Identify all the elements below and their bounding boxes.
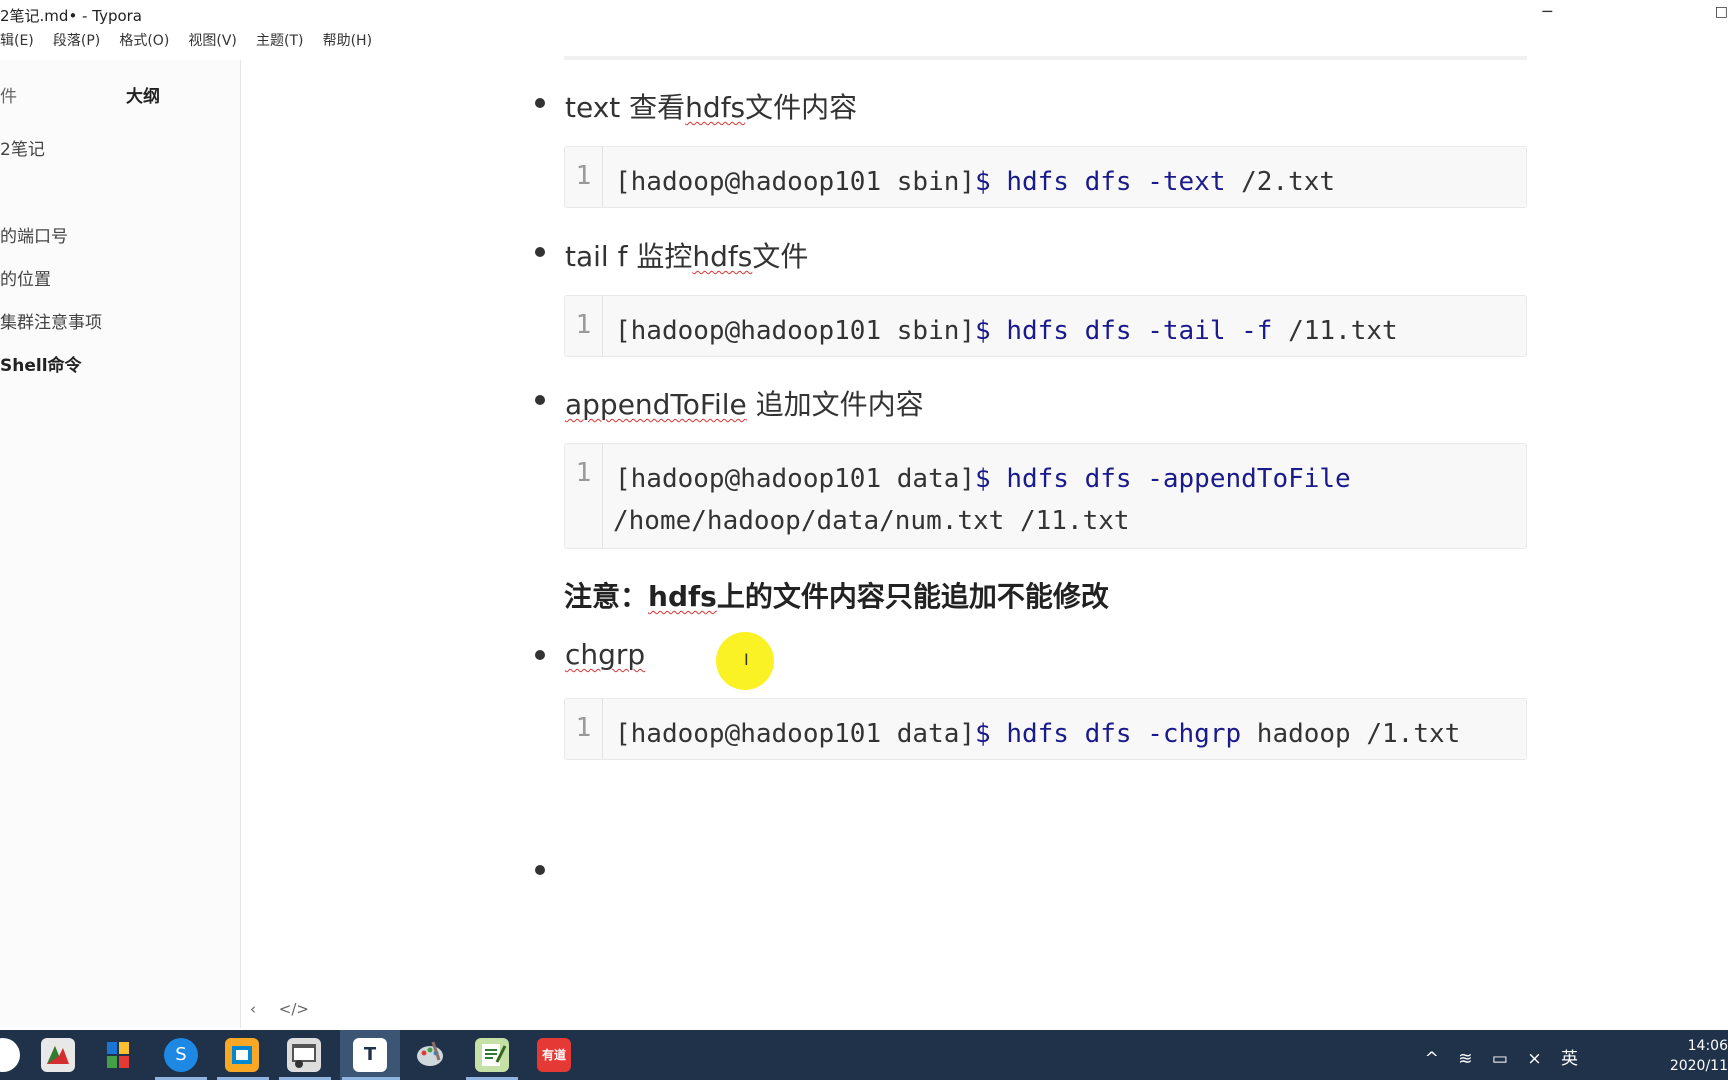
clock-date: 2020/11	[1669, 1058, 1728, 1074]
list-item-text: text 查看hdfs文件内容	[565, 91, 858, 124]
code-line[interactable]: [hadoop@hadoop101 sbin]$ hdfs dfs -tail …	[615, 310, 1398, 352]
bullet-icon	[535, 395, 545, 405]
source-code-icon[interactable]: </>	[279, 1000, 309, 1018]
title-bar: 2笔记.md• - Typora ─ □	[0, 0, 1728, 28]
menu-theme[interactable]: 主题(T)	[256, 30, 303, 50]
sogou-app-icon[interactable]: S	[164, 1038, 198, 1072]
line-number: 1	[565, 444, 603, 548]
menu-paragraph[interactable]: 段落(P)	[53, 30, 100, 50]
chevron-left-icon[interactable]: ‹	[250, 1000, 256, 1018]
menu-help[interactable]: 帮助(H)	[323, 30, 372, 50]
volume-muted-icon[interactable]: ×	[1527, 1049, 1541, 1069]
text-cursor-icon: I	[744, 650, 749, 669]
line-number: 1	[565, 699, 603, 759]
browser-app-icon[interactable]	[287, 1038, 321, 1072]
puzzle-app-icon[interactable]	[102, 1038, 136, 1072]
clock-time: 14:06	[1687, 1038, 1728, 1054]
outline-item[interactable]: 2笔记	[0, 135, 45, 160]
list-item-text: tail f 监控hdfs文件	[565, 240, 809, 273]
code-line[interactable]: [hadoop@hadoop101 data]$ hdfs dfs -appen…	[615, 458, 1351, 500]
paint-app-icon[interactable]	[413, 1038, 447, 1072]
outline-item[interactable]: 的端口号	[0, 222, 68, 247]
maximize-button[interactable]: □	[1715, 4, 1728, 20]
minimize-button[interactable]: ─	[1542, 2, 1552, 21]
circle-app-icon[interactable]	[0, 1038, 20, 1072]
code-line[interactable]: [hadoop@hadoop101 data]$ hdfs dfs -chgrp…	[615, 713, 1460, 755]
bold-note: 注意：hdfs上的文件内容只能追加不能修改	[564, 580, 1109, 613]
line-number: 1	[565, 147, 603, 207]
folder-app-icon[interactable]	[225, 1038, 259, 1072]
menu-bar: 辑(E) 段落(P) 格式(O) 视图(V) 主题(T) 帮助(H)	[0, 30, 386, 56]
bullet-icon	[535, 247, 545, 257]
tab-outline[interactable]: 大纲	[126, 82, 160, 107]
outline-item[interactable]: 的位置	[0, 265, 51, 290]
list-item-text: chgrp	[565, 638, 646, 671]
previous-code-block-edge	[564, 56, 1527, 60]
code-block[interactable]: 1 [hadoop@hadoop101 sbin]$ hdfs dfs -tex…	[564, 146, 1527, 208]
bullet-icon	[535, 650, 545, 660]
window-title: 2笔记.md• - Typora	[0, 7, 143, 25]
sidebar: 件 大纲 2笔记 的端口号 的位置 集群注意事项 Shell命令	[0, 60, 241, 1028]
bullet-icon	[535, 98, 545, 108]
tab-files[interactable]: 件	[0, 82, 17, 107]
code-block[interactable]: 1 [hadoop@hadoop101 sbin]$ hdfs dfs -tai…	[564, 295, 1527, 357]
wps-app-icon[interactable]	[41, 1038, 75, 1072]
typora-app-icon[interactable]: T	[353, 1038, 387, 1072]
code-line[interactable]: [hadoop@hadoop101 sbin]$ hdfs dfs -text …	[615, 161, 1335, 203]
notepad-app-icon[interactable]	[475, 1038, 509, 1072]
tray-icons: ^ ≋ ▭ × 英	[1411, 1044, 1578, 1069]
youdao-app-icon[interactable]: 有道	[537, 1038, 571, 1072]
code-block[interactable]: 1 [hadoop@hadoop101 data]$ hdfs dfs -app…	[564, 443, 1527, 549]
outline-item[interactable]: 集群注意事项	[0, 308, 102, 333]
sidebar-footer: ‹ </>	[250, 1000, 327, 1018]
code-line-wrapped[interactable]: /home/hadoop/data/num.txt /11.txt	[613, 500, 1130, 542]
menu-view[interactable]: 视图(V)	[188, 30, 237, 50]
ime-indicator[interactable]: 英	[1561, 1044, 1578, 1069]
menu-format[interactable]: 格式(O)	[119, 30, 169, 50]
list-item-text: appendToFile 追加文件内容	[565, 388, 924, 421]
bullet-icon	[535, 865, 545, 875]
outline-item-active[interactable]: Shell命令	[0, 351, 82, 376]
code-block[interactable]: 1 [hadoop@hadoop101 data]$ hdfs dfs -chg…	[564, 698, 1527, 760]
clock[interactable]: 14:06 2020/11	[1670, 1036, 1728, 1076]
line-number: 1	[565, 296, 603, 356]
chevron-up-icon[interactable]: ^	[1425, 1049, 1439, 1069]
wifi-icon[interactable]: ≋	[1458, 1049, 1472, 1069]
menu-edit[interactable]: 辑(E)	[0, 30, 34, 50]
taskbar: S T 有道 ^ ≋ ▭ × 英 14:06 2020/11	[0, 1030, 1728, 1080]
battery-icon[interactable]: ▭	[1492, 1049, 1508, 1069]
